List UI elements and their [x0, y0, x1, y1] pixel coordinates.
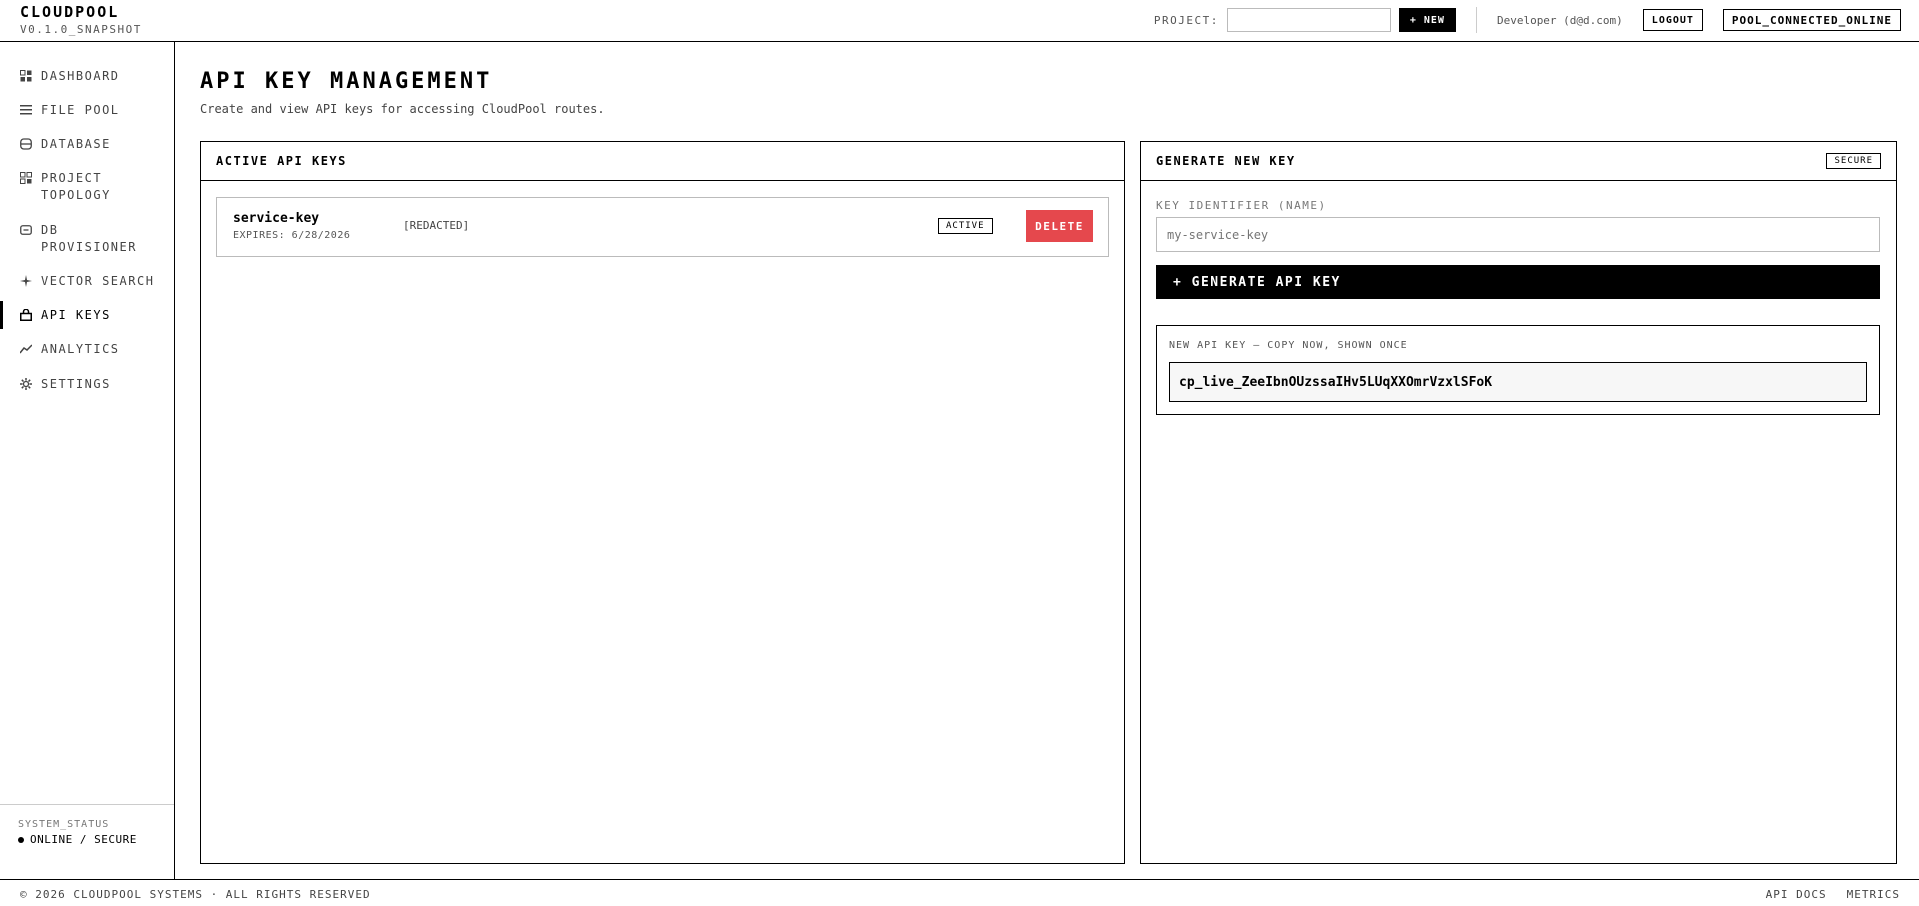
sidebar-item-db-provisioner[interactable]: DB PROVISIONER [0, 222, 174, 256]
gear-icon [19, 377, 33, 391]
brand: CLOUDPOOL V0.1.0_SNAPSHOT [20, 3, 142, 36]
connection-status-badge: POOL_CONNECTED_ONLINE [1722, 9, 1901, 31]
sidebar-item-label: VECTOR SEARCH [41, 274, 155, 288]
divider [1475, 7, 1477, 33]
secure-badge: SECURE [1826, 153, 1881, 169]
footer-link-metrics[interactable]: METRICS [1847, 888, 1900, 901]
project-label: PROJECT: [1153, 13, 1219, 27]
system-status-value: ONLINE / SECURE [30, 833, 137, 846]
sidebar-item-label: API KEYS [41, 308, 111, 322]
sidebar-item-project-topology[interactable]: PROJECT TOPOLOGY [0, 170, 174, 204]
sidebar-item-database[interactable]: DATABASE [0, 136, 174, 153]
sidebar-item-label: PROJECT TOPOLOGY [41, 171, 111, 202]
version-label: V0.1.0_SNAPSHOT [20, 23, 142, 36]
new-key-value[interactable]: cp_live_ZeeIbnOUzssaIHv5LUqXXOmrVzxlSFoK [1169, 362, 1867, 402]
system-status-value-row: ONLINE / SECURE [18, 833, 174, 846]
logout-button[interactable]: LOGOUT [1642, 9, 1703, 31]
generate-key-header: GENERATE NEW KEY SECURE [1141, 142, 1896, 181]
brand-name[interactable]: CLOUDPOOL [20, 3, 142, 21]
key-value: [REDACTED] [403, 219, 470, 232]
footer: © 2026 CLOUDPOOL SYSTEMS · ALL RIGHTS RE… [0, 879, 1919, 906]
copyright: © 2026 CLOUDPOOL SYSTEMS · ALL RIGHTS RE… [20, 888, 371, 901]
sidebar-item-api-keys[interactable]: API KEYS [0, 301, 174, 329]
key-name: service-key [233, 211, 320, 226]
lock-icon [19, 308, 33, 322]
system-status-title: SYSTEM_STATUS [18, 819, 110, 830]
generate-key-panel: GENERATE NEW KEY SECURE KEY IDENTIFIER (… [1140, 141, 1897, 864]
sidebar-item-label: SETTINGS [41, 377, 111, 391]
provisioner-icon [19, 223, 33, 237]
key-expiry: EXPIRES: 6/28/2026 [233, 230, 351, 241]
sidebar-item-vector-search[interactable]: VECTOR SEARCH [0, 273, 174, 290]
sidebar-item-label: DATABASE [41, 137, 111, 151]
grid-icon [19, 69, 33, 83]
chart-line-icon [19, 342, 33, 356]
system-status: SYSTEM_STATUS ONLINE / SECURE [0, 804, 174, 846]
active-keys-panel: ACTIVE API KEYS service-key EXPIRES: 6/2… [200, 141, 1125, 864]
page-title: API KEY MANAGEMENT [200, 69, 493, 94]
key-name-input[interactable] [1156, 217, 1880, 252]
active-keys-header: ACTIVE API KEYS [201, 142, 1124, 181]
user-label: Developer (d@d.com) [1496, 13, 1623, 27]
api-key-row: service-key EXPIRES: 6/28/2026 [REDACTED… [216, 197, 1109, 257]
panel-title: ACTIVE API KEYS [216, 154, 347, 168]
generate-api-key-button[interactable]: + GENERATE API KEY [1156, 265, 1880, 299]
sparkle-icon [19, 274, 33, 288]
project-input[interactable] [1226, 8, 1391, 32]
new-key-box: NEW API KEY — COPY NOW, SHOWN ONCE cp_li… [1156, 325, 1880, 415]
sidebar-item-analytics[interactable]: ANALYTICS [0, 341, 174, 358]
footer-links: API DOCS METRICS [1766, 888, 1900, 901]
topology-icon [19, 171, 33, 185]
sidebar-item-label: ANALYTICS [41, 342, 120, 356]
sidebar-item-label: FILE POOL [41, 103, 120, 117]
key-name-label: KEY IDENTIFIER (NAME) [1156, 199, 1327, 212]
panel-title: GENERATE NEW KEY [1156, 154, 1296, 168]
delete-key-button[interactable]: DELETE [1026, 210, 1093, 242]
new-key-label: NEW API KEY — COPY NOW, SHOWN ONCE [1169, 340, 1408, 351]
sidebar: DASHBOARD FILE POOL DATABASE PROJECT TOP… [0, 42, 175, 879]
database-icon [19, 137, 33, 151]
footer-link-api-docs[interactable]: API DOCS [1766, 888, 1827, 901]
list-icon [19, 103, 33, 117]
sidebar-item-label: DB PROVISIONER [41, 223, 137, 254]
top-bar: CLOUDPOOL V0.1.0_SNAPSHOT PROJECT: + NEW… [0, 0, 1919, 42]
new-project-button[interactable]: + NEW [1398, 8, 1456, 32]
sidebar-item-file-pool[interactable]: FILE POOL [0, 102, 174, 119]
sidebar-item-label: DASHBOARD [41, 69, 120, 83]
topbar-controls: PROJECT: + NEW Developer (d@d.com) LOGOU… [1154, 7, 1901, 33]
sidebar-item-settings[interactable]: SETTINGS [0, 376, 174, 393]
page-subtitle: Create and view API keys for accessing C… [200, 102, 605, 116]
sidebar-item-dashboard[interactable]: DASHBOARD [0, 68, 174, 85]
status-dot-icon [18, 836, 24, 843]
status-badge: ACTIVE [938, 218, 993, 234]
